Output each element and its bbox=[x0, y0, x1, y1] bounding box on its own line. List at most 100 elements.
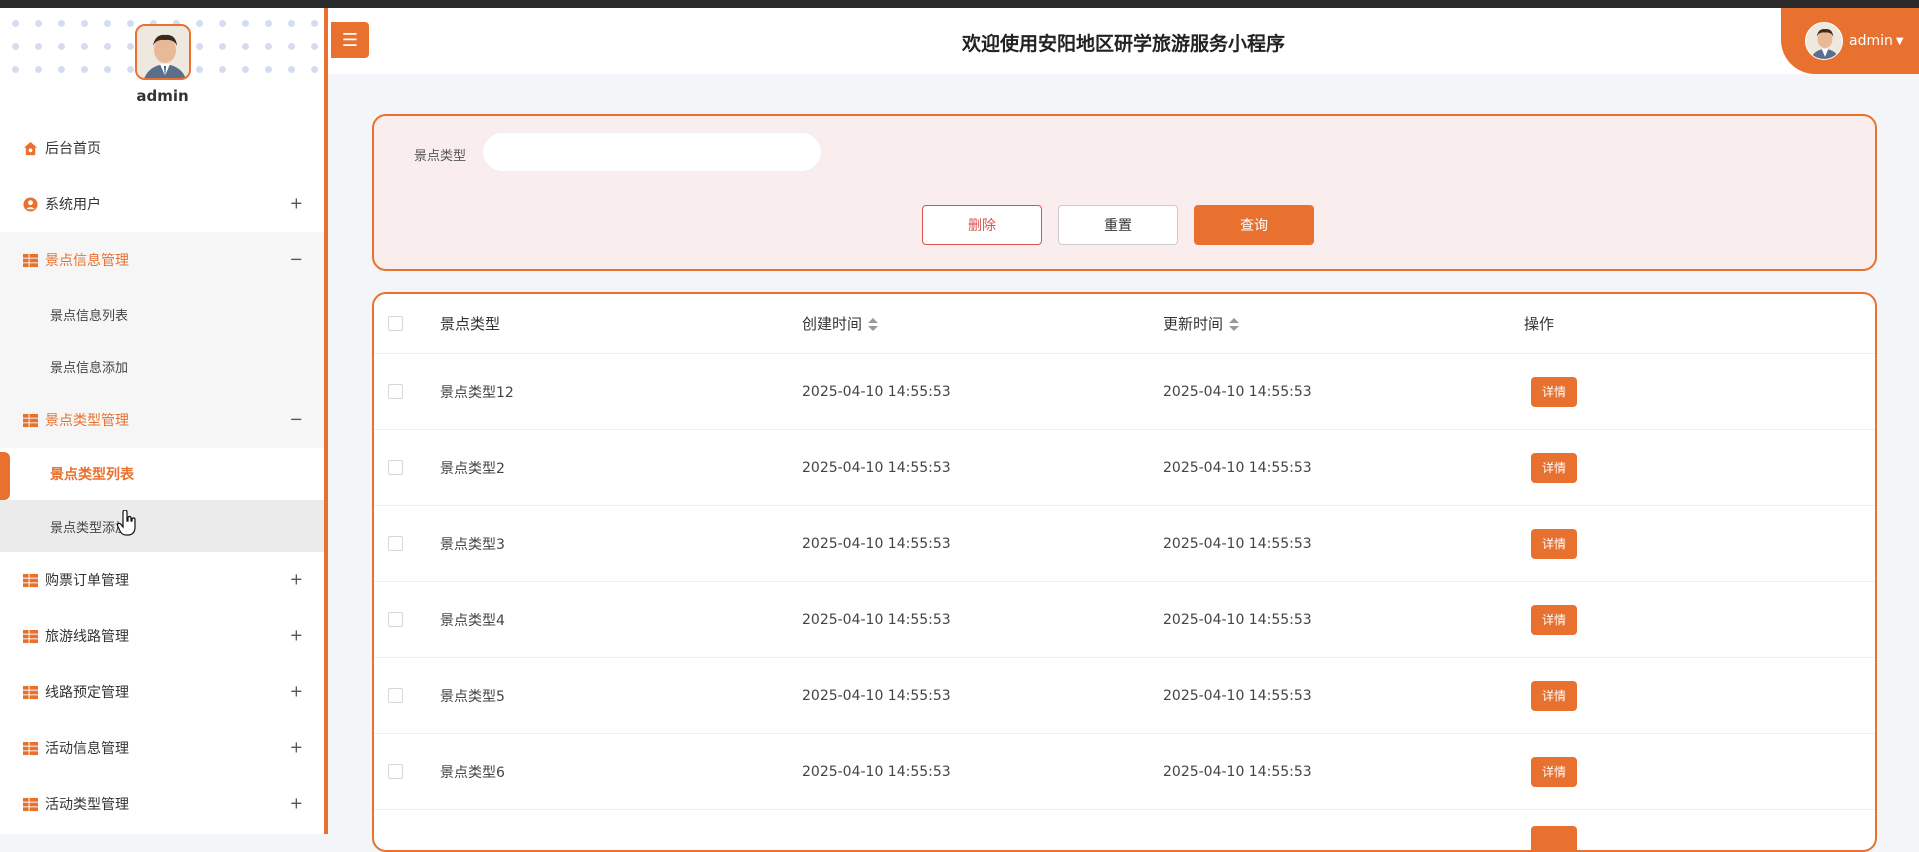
sidebar-item-label: 景点类型管理 bbox=[45, 413, 129, 429]
grid-icon bbox=[22, 252, 38, 268]
home-icon bbox=[22, 140, 38, 156]
sidebar-item-label: 旅游线路管理 bbox=[45, 629, 129, 645]
sidebar-item-label: 系统用户 bbox=[45, 197, 101, 213]
table-row: 景点类型4 2025-04-10 14:55:53 2025-04-10 14:… bbox=[374, 582, 1875, 658]
avatar bbox=[1805, 22, 1843, 60]
sidebar-item-label: 景点信息管理 bbox=[45, 253, 129, 269]
sidebar-subitem-spot-info-add[interactable]: 景点信息添加 bbox=[0, 340, 324, 392]
sidebar-item-label: 后台首页 bbox=[45, 141, 101, 157]
search-panel: 景点类型 删除 重置 查询 bbox=[372, 114, 1877, 271]
sidebar-item-spot-info[interactable]: 景点信息管理 − bbox=[0, 232, 324, 288]
sidebar: admin 后台首页 系统用户 + 景点信息管理 − 景点信息列表 景点信息添加 bbox=[0, 8, 328, 834]
table-header-row: 景点类型 创建时间 更新时间 操作 bbox=[374, 294, 1875, 354]
detail-button[interactable]: 详情 bbox=[1531, 452, 1577, 483]
sort-icon[interactable] bbox=[868, 317, 879, 332]
cell-type: 景点类型5 bbox=[440, 688, 505, 705]
table-row: 景点类型3 2025-04-10 14:55:53 2025-04-10 14:… bbox=[374, 506, 1875, 582]
cell-updated: 2025-04-10 14:55:53 bbox=[1163, 763, 1312, 780]
cell-created: 2025-04-10 14:55:53 bbox=[802, 763, 951, 780]
chevron-down-icon: ▼ bbox=[1895, 35, 1904, 47]
cell-created: 2025-04-10 14:55:53 bbox=[802, 611, 951, 628]
cell-updated: 2025-04-10 14:55:53 bbox=[1163, 535, 1312, 552]
cell-type: 景点类型3 bbox=[440, 536, 505, 553]
sidebar-item-system-users[interactable]: 系统用户 + bbox=[0, 176, 324, 232]
sidebar-subitem-spot-type-add[interactable]: 景点类型添加 bbox=[0, 500, 324, 552]
expand-icon[interactable]: + bbox=[290, 570, 303, 589]
table-row: 景点类型5 2025-04-10 14:55:53 2025-04-10 14:… bbox=[374, 658, 1875, 734]
column-header-label: 更新时间 bbox=[1163, 315, 1224, 333]
detail-button[interactable]: 详情 bbox=[1531, 528, 1577, 559]
grid-icon bbox=[22, 684, 38, 700]
column-header-label: 创建时间 bbox=[802, 315, 863, 333]
sidebar-item-tour-routes[interactable]: 旅游线路管理 + bbox=[0, 608, 324, 664]
sidebar-item-label: 活动类型管理 bbox=[45, 797, 129, 813]
grid-icon bbox=[22, 412, 38, 428]
sidebar-item-label: 购票订单管理 bbox=[45, 573, 129, 589]
cell-created: 2025-04-10 14:55:53 bbox=[802, 687, 951, 704]
top-header: ☰ 欢迎使用安阳地区研学旅游服务小程序 admin ▼ bbox=[328, 8, 1919, 74]
cell-type: 景点类型6 bbox=[440, 764, 505, 781]
cell-created: 2025-04-10 14:55:53 bbox=[802, 383, 951, 400]
collapse-icon[interactable]: − bbox=[290, 410, 303, 429]
delete-button[interactable]: 删除 bbox=[922, 205, 1042, 245]
expand-icon[interactable]: + bbox=[290, 626, 303, 645]
sidebar-item-spot-type[interactable]: 景点类型管理 − bbox=[0, 392, 324, 448]
expand-icon[interactable]: + bbox=[290, 794, 303, 813]
expand-icon[interactable]: + bbox=[290, 682, 303, 701]
data-table: 景点类型 创建时间 更新时间 操作 景点类型12 2025-04-10 14:5… bbox=[372, 292, 1877, 852]
sidebar-username: admin bbox=[136, 87, 189, 105]
expand-icon[interactable]: + bbox=[290, 738, 303, 757]
table-row: 景点类型2 2025-04-10 14:55:53 2025-04-10 14:… bbox=[374, 430, 1875, 506]
cell-updated: 2025-04-10 14:55:53 bbox=[1163, 459, 1312, 476]
window-top-strip bbox=[0, 0, 1919, 8]
column-header: 景点类型 bbox=[440, 315, 501, 333]
search-label: 景点类型 bbox=[414, 149, 467, 164]
column-header-created[interactable]: 创建时间 bbox=[802, 313, 879, 334]
cell-updated: 2025-04-10 14:55:53 bbox=[1163, 611, 1312, 628]
grid-icon bbox=[22, 572, 38, 588]
hand-cursor-icon bbox=[117, 510, 136, 536]
cell-created: 2025-04-10 14:55:53 bbox=[802, 459, 951, 476]
sidebar-item-label: 线路预定管理 bbox=[45, 685, 129, 701]
spot-type-search-input[interactable] bbox=[482, 132, 822, 172]
cell-type: 景点类型4 bbox=[440, 612, 505, 629]
user-icon bbox=[22, 196, 38, 212]
detail-button[interactable]: 详情 bbox=[1531, 604, 1577, 635]
row-checkbox[interactable] bbox=[388, 384, 403, 399]
sidebar-subitem-spot-type-list[interactable]: 景点类型列表 bbox=[0, 448, 324, 500]
detail-button[interactable]: 详情 bbox=[1531, 756, 1577, 787]
select-all-checkbox[interactable] bbox=[388, 316, 403, 331]
sidebar-item-activity-info[interactable]: 活动信息管理 + bbox=[0, 720, 324, 776]
user-menu[interactable]: admin ▼ bbox=[1781, 8, 1919, 74]
sidebar-item-activity-type[interactable]: 活动类型管理 + bbox=[0, 776, 324, 832]
detail-button-partial[interactable] bbox=[1531, 826, 1577, 850]
sidebar-item-home[interactable]: 后台首页 bbox=[0, 120, 324, 176]
reset-button[interactable]: 重置 bbox=[1058, 205, 1178, 245]
row-checkbox[interactable] bbox=[388, 460, 403, 475]
collapse-icon[interactable]: − bbox=[290, 250, 303, 269]
user-menu-name: admin bbox=[1849, 33, 1893, 49]
sidebar-item-label: 活动信息管理 bbox=[45, 741, 129, 757]
row-checkbox[interactable] bbox=[388, 688, 403, 703]
detail-button[interactable]: 详情 bbox=[1531, 376, 1577, 407]
detail-button[interactable]: 详情 bbox=[1531, 680, 1577, 711]
row-checkbox[interactable] bbox=[388, 612, 403, 627]
grid-icon bbox=[22, 628, 38, 644]
sidebar-avatar bbox=[135, 24, 191, 80]
sidebar-item-route-booking[interactable]: 线路预定管理 + bbox=[0, 664, 324, 720]
cell-updated: 2025-04-10 14:55:53 bbox=[1163, 687, 1312, 704]
query-button[interactable]: 查询 bbox=[1194, 205, 1314, 245]
row-checkbox[interactable] bbox=[388, 764, 403, 779]
expand-icon[interactable]: + bbox=[290, 194, 303, 213]
cell-created: 2025-04-10 14:55:53 bbox=[802, 535, 951, 552]
table-row: 景点类型12 2025-04-10 14:55:53 2025-04-10 14… bbox=[374, 354, 1875, 430]
cell-type: 景点类型2 bbox=[440, 460, 505, 477]
sort-icon[interactable] bbox=[1229, 317, 1240, 332]
sidebar-item-ticket-orders[interactable]: 购票订单管理 + bbox=[0, 552, 324, 608]
sidebar-subitem-spot-info-list[interactable]: 景点信息列表 bbox=[0, 288, 324, 340]
column-header-updated[interactable]: 更新时间 bbox=[1163, 313, 1240, 334]
page-title: 欢迎使用安阳地区研学旅游服务小程序 bbox=[961, 33, 1285, 55]
row-checkbox[interactable] bbox=[388, 536, 403, 551]
grid-icon bbox=[22, 740, 38, 756]
cell-type: 景点类型12 bbox=[440, 384, 514, 401]
